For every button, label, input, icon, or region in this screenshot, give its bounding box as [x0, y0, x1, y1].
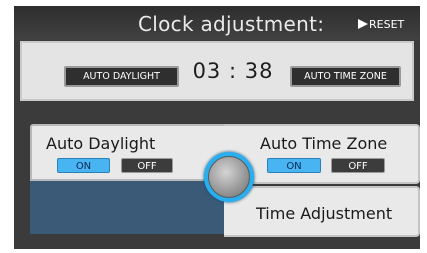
auto-time-zone-off-toggle[interactable]: OFF — [331, 158, 385, 173]
clock-info-panel: AUTO DAYLIGHT 03 : 38 AUTO TIME ZONE — [20, 41, 414, 101]
knob-center — [208, 156, 250, 198]
reset-button[interactable]: RESET — [358, 18, 404, 31]
selector-knob-icon[interactable] — [204, 152, 254, 202]
auto-daylight-highlight — [30, 179, 228, 234]
clock-adjustment-screen: Clock adjustment: RESET AUTO DAYLIGHT 03… — [14, 6, 420, 249]
auto-daylight-on-toggle[interactable]: ON — [57, 158, 110, 173]
auto-time-zone-label: Auto Time Zone — [260, 134, 388, 153]
auto-daylight-status-tag: AUTO DAYLIGHT — [64, 66, 179, 87]
auto-daylight-label: Auto Daylight — [46, 134, 156, 153]
page-title: Clock adjustment: — [138, 12, 325, 36]
header-bar: Clock adjustment: RESET — [14, 6, 420, 40]
auto-daylight-off-toggle[interactable]: OFF — [121, 158, 173, 173]
reset-label: RESET — [369, 18, 405, 31]
current-time: 03 : 38 — [192, 59, 274, 83]
time-adjustment-label: Time Adjustment — [256, 204, 393, 223]
play-arrow-icon — [358, 19, 368, 29]
auto-time-zone-on-toggle[interactable]: ON — [267, 158, 321, 173]
auto-time-zone-status-tag: AUTO TIME ZONE — [290, 66, 401, 87]
